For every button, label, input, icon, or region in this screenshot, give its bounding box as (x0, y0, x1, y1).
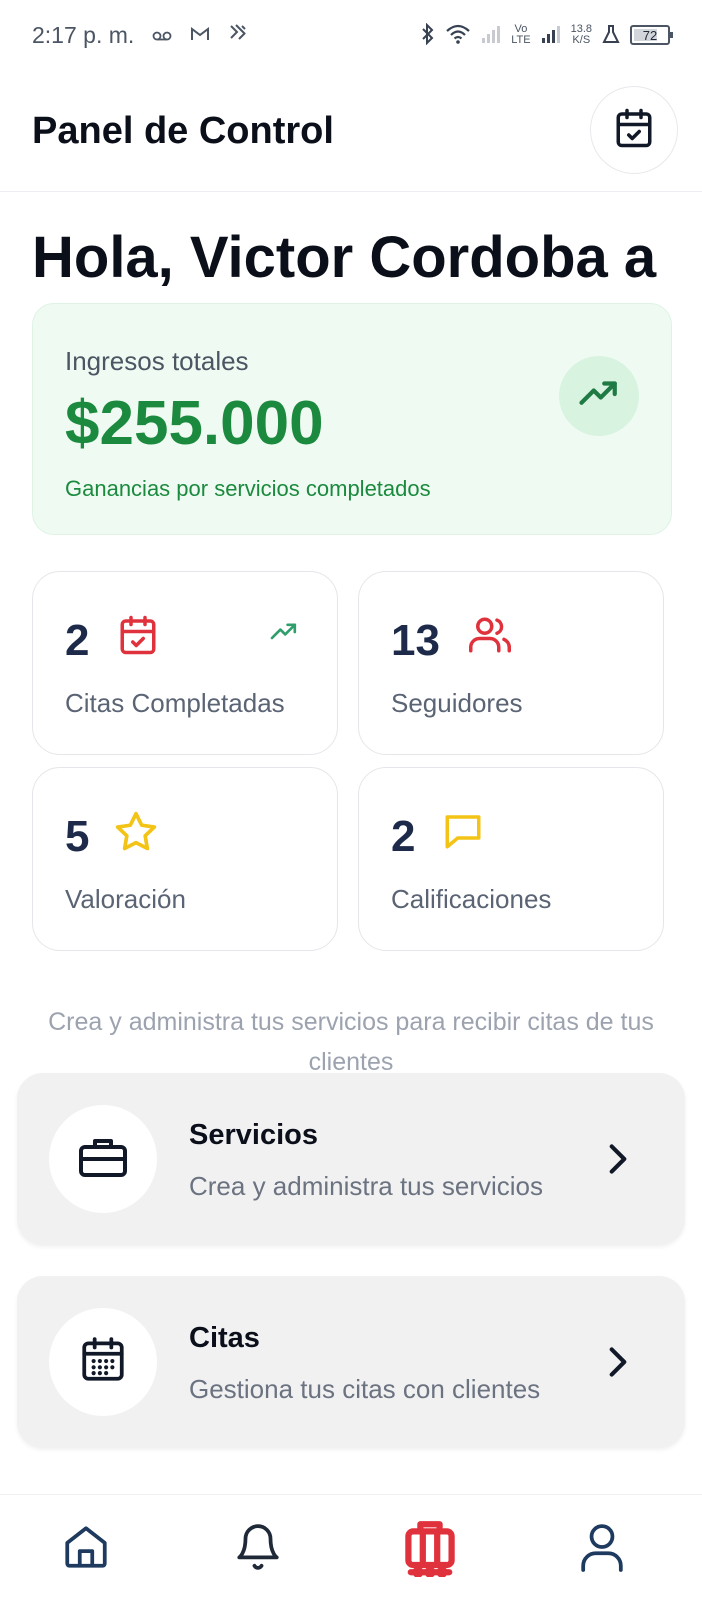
calendar-check-icon (117, 614, 159, 661)
app-header: Panel de Control (0, 86, 702, 192)
speed-unit: K/S (572, 34, 591, 46)
trending-up-icon (578, 373, 620, 420)
network-speed: 13.8 K/S (571, 24, 592, 46)
star-icon (113, 810, 159, 859)
page-title: Panel de Control (32, 110, 334, 152)
users-icon (467, 614, 513, 661)
stat-card-seguidores[interactable]: 13 Seguidores (358, 571, 664, 755)
income-trend-badge (559, 356, 639, 436)
battery-label: 72 (642, 27, 658, 43)
nav-home[interactable] (56, 1519, 116, 1579)
stat-label: Valoración (65, 884, 186, 914)
app-notification-icon (228, 22, 248, 48)
menu-title: Servicios (189, 1119, 318, 1151)
greeting-heading: Hola, Victor Cordoba a (32, 225, 657, 290)
income-amount: $255.000 (65, 389, 324, 458)
bluetooth-icon (421, 22, 435, 48)
stat-value: 5 (65, 812, 90, 861)
battery-icon: 72 (630, 25, 673, 45)
lab-flask-icon (602, 24, 620, 47)
income-label: Ingresos totales (65, 346, 249, 376)
signal-weak-icon (481, 24, 501, 47)
stat-card-valoracion[interactable]: 5 Valoración (32, 767, 338, 951)
voicemail-icon (152, 22, 172, 48)
calendar-grid-icon (78, 1335, 128, 1390)
nav-profile[interactable] (572, 1519, 632, 1579)
calendar-check-icon (613, 107, 655, 154)
stat-value: 2 (391, 812, 416, 861)
stat-value: 2 (65, 616, 90, 665)
menu-subtitle: Crea y administra tus servicios (189, 1171, 543, 1201)
user-icon (579, 1521, 625, 1578)
status-left: 2:17 p. m. (32, 22, 248, 49)
luggage-icon (401, 1517, 459, 1582)
chevron-right-icon (607, 1346, 629, 1383)
menu-subtitle: Gestiona tus citas con clientes (189, 1374, 541, 1404)
volte-bottom: LTE (511, 34, 531, 46)
briefcase-icon (77, 1134, 129, 1185)
calendar-button[interactable] (590, 86, 678, 174)
status-right: Vo LTE 13.8 K/S 72 (421, 22, 673, 48)
status-bar: 2:17 p. m. Vo LTE 13.8 K/S 72 (0, 0, 702, 70)
message-square-icon (441, 810, 485, 857)
stat-card-calificaciones[interactable]: 2 Calificaciones (358, 767, 664, 951)
stat-label: Calificaciones (391, 884, 552, 914)
volte-indicator: Vo LTE (511, 24, 530, 46)
menu-icon-circle (49, 1105, 157, 1213)
menu-card-servicios[interactable]: Servicios Crea y administra tus servicio… (17, 1073, 685, 1245)
stat-value: 13 (391, 616, 440, 665)
gmail-icon (190, 22, 210, 48)
stat-label: Citas Completadas (65, 688, 285, 718)
menu-title: Citas (189, 1322, 260, 1354)
signal-strong-icon (541, 24, 561, 47)
nav-services[interactable] (400, 1519, 460, 1579)
helper-text: Crea y administra tus servicios para rec… (48, 1008, 654, 1076)
status-time: 2:17 p. m. (32, 21, 135, 48)
bell-icon (233, 1521, 283, 1578)
menu-card-citas[interactable]: Citas Gestiona tus citas con clientes (17, 1276, 685, 1448)
bottom-nav (0, 1494, 702, 1600)
wifi-icon (445, 23, 471, 48)
nav-notifications[interactable] (228, 1519, 288, 1579)
menu-icon-circle (49, 1308, 157, 1416)
stat-label: Seguidores (391, 688, 523, 718)
trending-up-icon (269, 620, 299, 649)
income-subtitle: Ganancias por servicios completados (65, 476, 431, 501)
home-icon (61, 1522, 111, 1577)
chevron-right-icon (607, 1143, 629, 1180)
income-card: Ingresos totales $255.000 Ganancias por … (32, 303, 672, 535)
stat-card-citas-completadas[interactable]: 2 Citas Completadas (32, 571, 338, 755)
